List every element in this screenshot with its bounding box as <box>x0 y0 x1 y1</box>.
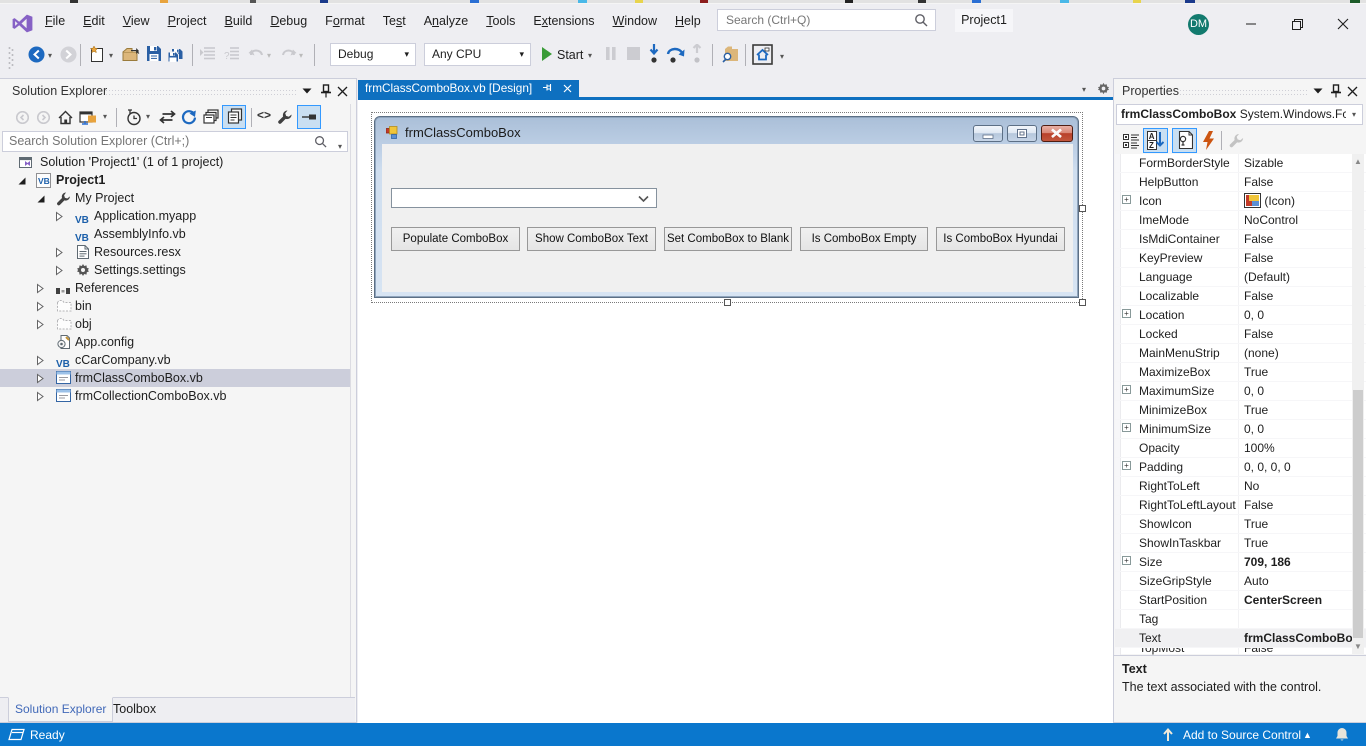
svg-text:Z: Z <box>1149 141 1154 150</box>
svg-text:VB: VB <box>38 176 50 186</box>
svg-text:A: A <box>1149 132 1155 141</box>
svg-text:?: ? <box>224 51 230 61</box>
